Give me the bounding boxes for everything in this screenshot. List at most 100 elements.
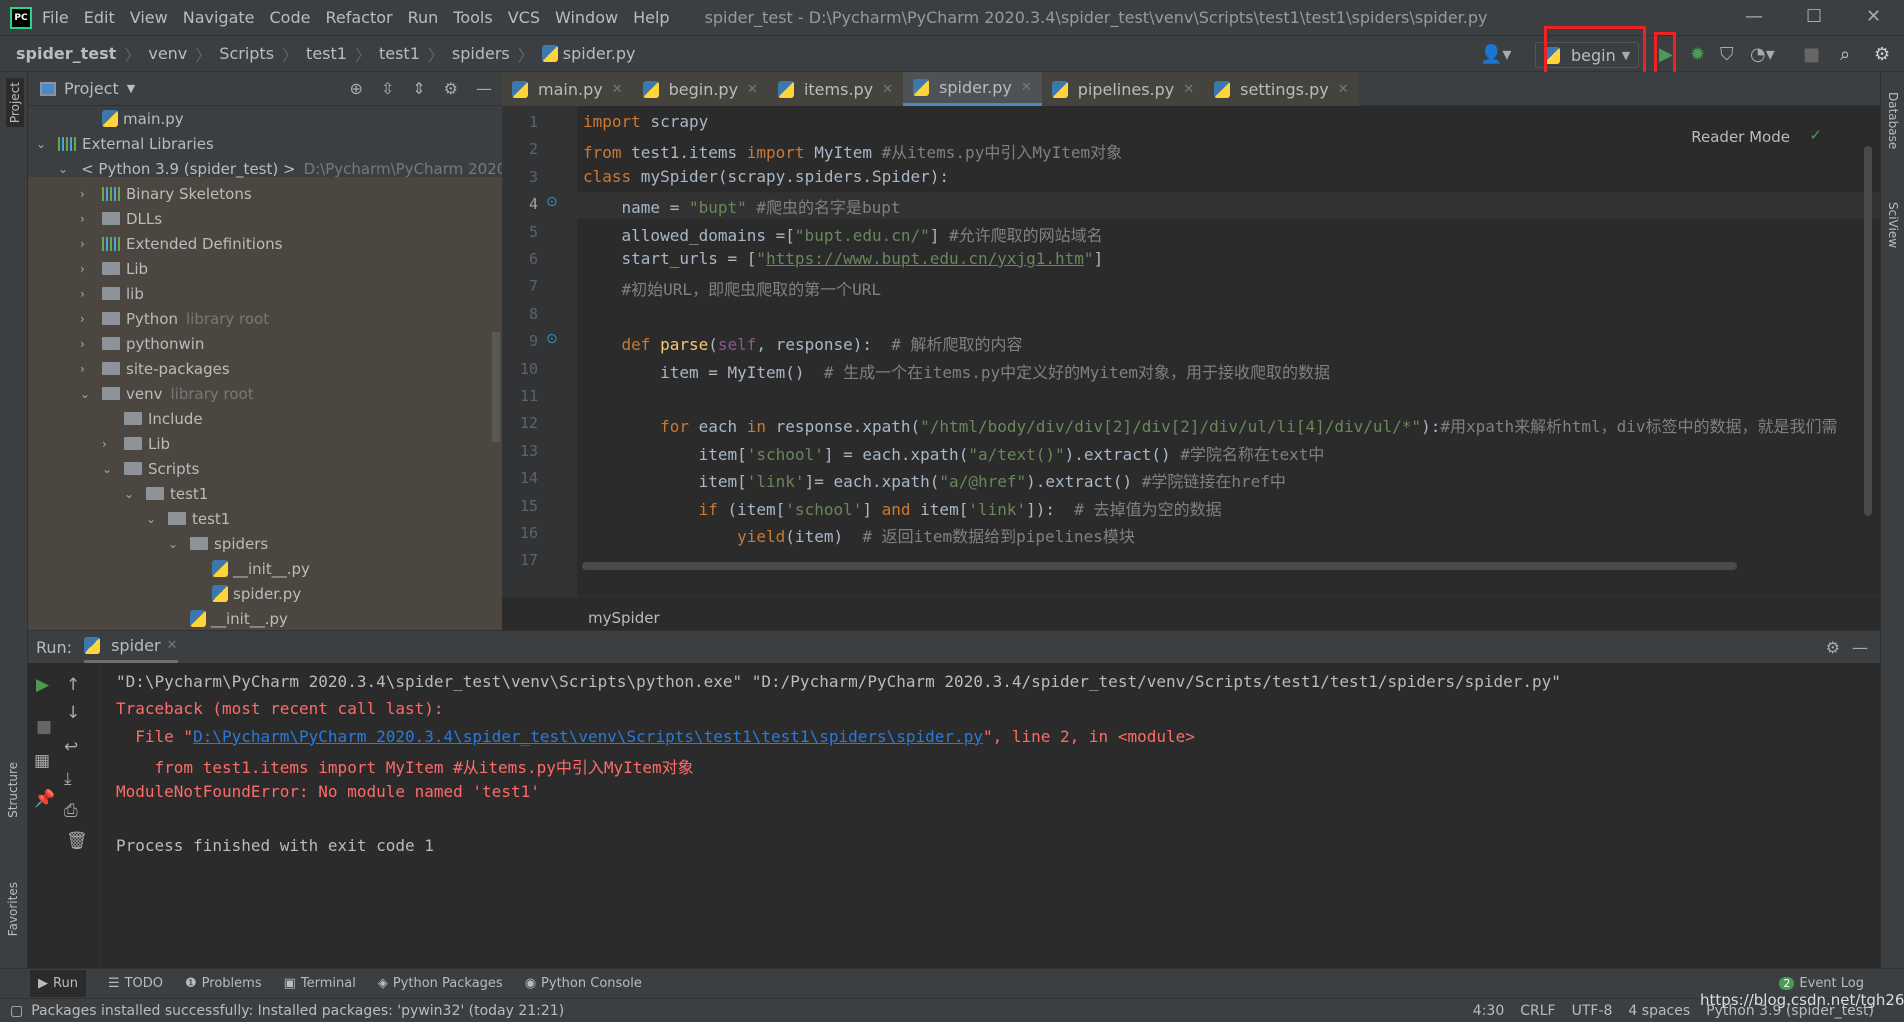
chevron-down-icon[interactable]: ⌄ [36,137,50,151]
event-log-button[interactable]: 2 Event Log [1779,976,1864,991]
breadcrumb-item[interactable]: spider.py [563,44,636,63]
tree-item[interactable]: __init__.py [28,556,502,581]
hide-icon[interactable]: — [476,79,492,98]
tree-item[interactable]: › pythonwin [28,331,502,356]
tab-begin-py[interactable]: begin.py ✕ [632,72,768,106]
menu-vcs[interactable]: VCS [508,8,540,27]
close-tab-icon[interactable]: ✕ [612,82,623,97]
tree-item[interactable]: › Lib [28,256,502,281]
tree-item[interactable]: __init__.py [28,606,502,631]
chevron-right-icon[interactable]: › [80,362,94,376]
tree-item[interactable]: › Binary Skeletons [28,181,502,206]
breadcrumb-item[interactable]: test1 [379,44,420,63]
run-tab-spider[interactable]: spider ✕ [84,631,178,663]
print-icon[interactable]: ⎙ [64,801,78,821]
expand-all-icon[interactable]: ⇳ [381,79,394,98]
tab-spider-py[interactable]: spider.py ✕ [903,72,1042,106]
editor-breadcrumb[interactable]: mySpider [502,596,1880,630]
close-tab-icon[interactable]: ✕ [1338,82,1349,97]
gear-icon[interactable]: ⚙ [1826,638,1840,657]
file-link[interactable]: D:\Pycharm\PyCharm 2020.3.4\spider_test\… [193,727,983,746]
tree-item[interactable]: › site-packages [28,356,502,381]
close-tab-icon[interactable]: ✕ [167,638,178,653]
line-separator[interactable]: CRLF [1520,1003,1555,1019]
tree-item[interactable]: ⌄ Scripts [28,456,502,481]
tool-problems[interactable]: ❶ Problems [185,976,262,991]
tool-run[interactable]: ▶ Run [30,970,86,997]
tool-python-packages[interactable]: ◈ Python Packages [378,976,503,991]
menu-window[interactable]: Window [555,8,618,27]
tree-item[interactable]: ⌄ External Libraries [28,131,502,156]
menu-refactor[interactable]: Refactor [325,8,392,27]
tree-item[interactable]: › Python library root [28,306,502,331]
chevron-down-icon[interactable]: ⌄ [102,462,116,476]
status-message[interactable]: Packages installed successfully: Install… [31,1003,564,1019]
tree-item[interactable]: ⌄ test1 [28,481,502,506]
debug-bug-icon[interactable]: ✹ [1690,44,1705,65]
tree-item[interactable]: › Extended Definitions [28,231,502,256]
tree-item[interactable]: Include [28,406,502,431]
tree-item[interactable]: ⌄ spiders [28,531,502,556]
tab-items-py[interactable]: items.py ✕ [767,72,904,106]
locate-icon[interactable]: ⊕ [349,79,362,98]
tab-settings-py[interactable]: settings.py ✕ [1204,72,1359,106]
tool-python-console[interactable]: ◉ Python Console [525,976,642,991]
rerun-icon[interactable]: ▶ [36,675,49,695]
breadcrumb-item[interactable]: Scripts [219,44,274,63]
indent-setting[interactable]: 4 spaces [1628,1003,1690,1019]
run-button[interactable]: ▶ [1659,44,1673,65]
tree-item[interactable]: ⌄ < Python 3.9 (spider_test) > D:\Pycharm\… [28,156,506,181]
trash-icon[interactable]: 🗑 [66,831,88,851]
database-side-tab[interactable]: Database [1886,92,1900,149]
chevron-right-icon[interactable]: › [80,287,94,301]
favorites-side-tab[interactable]: Favorites [6,882,20,936]
breadcrumb-item[interactable]: venv [148,44,187,63]
project-side-tab[interactable]: Project [6,78,24,128]
chevron-right-icon[interactable]: › [80,312,94,326]
layout-icon[interactable]: ▦ [34,751,50,771]
chevron-right-icon[interactable]: › [102,437,116,451]
search-icon[interactable]: ⌕ [1840,44,1850,65]
stop-icon[interactable]: ■ [36,717,52,737]
tool-terminal[interactable]: ▣ Terminal [284,976,356,991]
tree-item[interactable]: › Lib [28,431,502,456]
up-arrow-icon[interactable]: ↑ [66,675,80,695]
coverage-icon[interactable]: ⛉ [1720,44,1734,65]
tree-item[interactable]: main.py [28,106,502,131]
tree-item[interactable]: ⌄ test1 [28,506,502,531]
tree-item[interactable]: › lib [28,281,502,306]
project-scrollbar[interactable] [492,332,500,442]
chevron-down-icon[interactable]: ⌄ [80,387,94,401]
menu-tools[interactable]: Tools [453,8,492,27]
close-tab-icon[interactable]: ✕ [747,82,758,97]
chevron-right-icon[interactable]: › [80,262,94,276]
breadcrumb-item[interactable]: spider_test [16,44,116,63]
gear-icon[interactable]: ⚙ [444,79,458,98]
tree-item[interactable]: ⌄ venv library root [28,381,502,406]
vertical-scrollbar[interactable] [1864,146,1872,516]
scroll-to-end-icon[interactable]: ⤓ [64,769,72,789]
tree-item[interactable]: › DLLs [28,206,502,231]
breadcrumb-item[interactable]: test1 [306,44,347,63]
gear-icon[interactable]: ⚙ [1874,44,1890,65]
structure-side-tab[interactable]: Structure [6,762,20,818]
override-marker-icon[interactable]: ⊙ [546,194,558,210]
file-encoding[interactable]: UTF-8 [1572,1003,1613,1019]
close-tab-icon[interactable]: ✕ [1021,80,1032,95]
tab-pipelines-py[interactable]: pipelines.py ✕ [1041,72,1205,106]
vcs-user-icon[interactable]: 👤▾ [1480,44,1511,65]
menu-navigate[interactable]: Navigate [183,8,255,27]
sciview-side-tab[interactable]: SciView [1886,202,1900,248]
cursor-position[interactable]: 4:30 [1473,1003,1504,1019]
menu-run[interactable]: Run [408,8,439,27]
override-marker-icon[interactable]: ⊙ [546,331,558,347]
code-area[interactable]: 1 2 3 4 ⊙ 5 6 7 8 9 ⊙ 10 11 12 13 14 15 16 17 import scrap… [502,106,1880,596]
maximize-button[interactable]: ☐ [1806,6,1822,27]
close-tab-icon[interactable]: ✕ [1183,82,1194,97]
status-toggle-icon[interactable]: ▢ [10,1003,23,1019]
reader-mode-button[interactable]: Reader Mode [1691,128,1790,146]
menu-view[interactable]: View [130,8,168,27]
tab-main-py[interactable]: main.py ✕ [502,72,633,106]
project-view-select[interactable]: Project [64,79,119,98]
tree-item[interactable]: spider.py [28,581,502,606]
